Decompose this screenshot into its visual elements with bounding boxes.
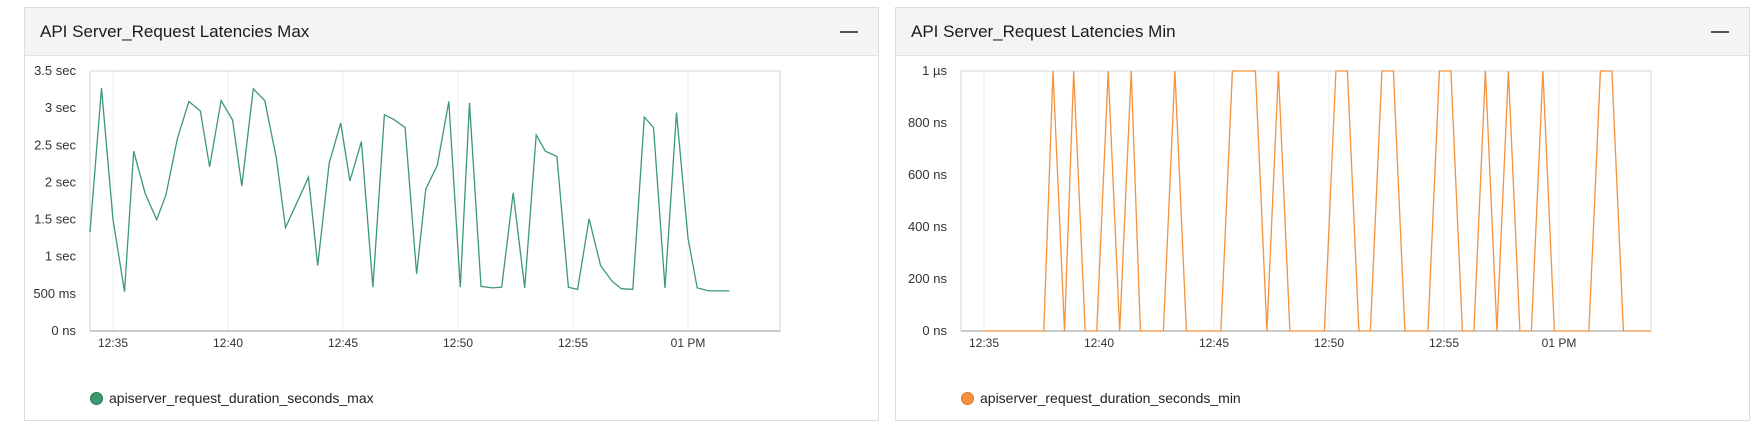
legend-swatch <box>90 391 103 405</box>
y-tick-label: 800 ns <box>908 115 948 130</box>
panel-latencies-min: API Server_Request Latencies Min 12:35 12… <box>895 7 1750 421</box>
y-tick-label: 1 µs <box>922 63 947 78</box>
plot-frame <box>89 70 781 332</box>
x-tick-label: 12:35 <box>98 336 128 350</box>
y-tick-label: 1.5 sec <box>34 212 76 227</box>
chart-latencies-min: 12:35 12:40 12:45 12:50 12:55 01 PM 0 ns 200 ns… <box>908 63 1652 350</box>
y-tick-label: 0 ns <box>51 323 76 338</box>
legend[interactable]: apiserver_request_duration_seconds_min <box>961 389 1241 407</box>
series-line[interactable] <box>984 70 1651 332</box>
y-tick-label: 3.5 sec <box>34 63 76 78</box>
legend-label: apiserver_request_duration_seconds_max <box>109 390 374 406</box>
y-tick-label: 0 ns <box>922 323 947 338</box>
y-tick-label: 500 ms <box>33 286 76 301</box>
y-tick-label: 600 ns <box>908 167 948 182</box>
series-line[interactable] <box>89 87 730 292</box>
x-tick-label: 12:45 <box>328 336 358 350</box>
x-tick-label: 12:50 <box>443 336 473 350</box>
y-tick-label: 2.5 sec <box>34 137 76 152</box>
x-tick-label: 12:40 <box>1084 336 1114 350</box>
legend-swatch <box>961 391 974 405</box>
x-tick-label: 12:55 <box>558 336 588 350</box>
x-tick-label: 01 PM <box>671 336 706 350</box>
panel-latencies-max: API Server_Request Latencies Max 12:35 12… <box>24 7 879 421</box>
y-tick-label: 2 sec <box>45 174 77 189</box>
x-tick-label: 12:45 <box>1199 336 1229 350</box>
y-tick-label: 400 ns <box>908 219 948 234</box>
y-tick-label: 200 ns <box>908 271 948 286</box>
x-tick-label: 12:40 <box>213 336 243 350</box>
legend[interactable]: apiserver_request_duration_seconds_max <box>90 389 374 407</box>
x-tick-label: 01 PM <box>1542 336 1577 350</box>
x-tick-label: 12:35 <box>969 336 999 350</box>
x-tick-label: 12:55 <box>1429 336 1459 350</box>
x-tick-label: 12:50 <box>1314 336 1344 350</box>
y-tick-label: 1 sec <box>45 249 77 264</box>
y-tick-label: 3 sec <box>45 100 77 115</box>
legend-label: apiserver_request_duration_seconds_min <box>980 390 1241 406</box>
plot-frame <box>960 70 1652 332</box>
chart-latencies-max: 12:35 12:40 12:45 12:50 12:55 01 PM 0 ns 500 ms… <box>33 63 781 350</box>
